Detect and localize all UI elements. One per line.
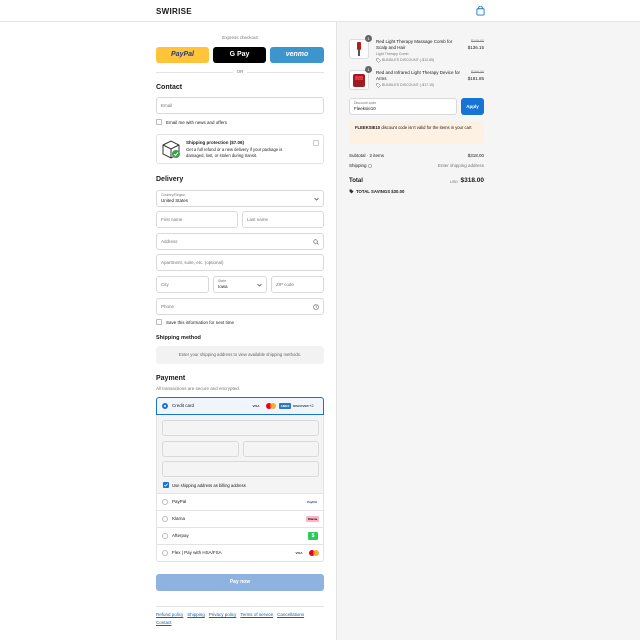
credit-card-label: Credit card [172, 403, 195, 408]
protection-checkbox[interactable] [313, 140, 319, 146]
news-checkbox[interactable] [156, 119, 162, 125]
error-code: FLEEKSIE10 [355, 125, 381, 130]
phone-field[interactable]: Phone [156, 298, 324, 315]
shipping-value: Enter shipping address [437, 163, 484, 168]
chevron-down-icon [314, 197, 319, 201]
paypal-option[interactable]: PayPal PayPal [156, 494, 324, 511]
error-message: discount code isn't valid for the items … [381, 125, 472, 130]
footer-links: Refund policy Shipping Privacy policy Terms… [156, 611, 324, 627]
shipping-method-title: Shipping method [156, 335, 201, 341]
contact-title: Contact [156, 84, 183, 91]
card-name-field[interactable] [162, 461, 319, 477]
zip-field[interactable]: ZIP code [271, 276, 324, 293]
afterpay-option[interactable]: Afterpay $ [156, 528, 324, 545]
subtotal-label: Subtotal · 2 items [349, 153, 385, 158]
payment-title: Payment [156, 375, 186, 382]
terms-link[interactable]: Terms of service [240, 612, 273, 617]
refund-policy-link[interactable]: Refund policy [156, 612, 183, 617]
paypal-express-button[interactable]: PayPal [156, 47, 209, 63]
protection-title: Shipping protection ($7.06) [186, 140, 245, 145]
first-name-field[interactable]: First name [156, 211, 238, 228]
apply-button[interactable]: Apply [461, 98, 484, 115]
shipping-label: Shipping [349, 163, 372, 168]
subtotal-value: $318.00 [467, 153, 484, 158]
chevron-down-icon [257, 283, 262, 287]
search-icon [313, 239, 319, 245]
last-name-field[interactable]: Last name [242, 211, 324, 228]
pay-now-button[interactable]: Pay now [156, 574, 324, 591]
package-shield-icon [162, 140, 180, 159]
klarna-icon: Klarna [306, 516, 319, 522]
news-label: Email me with news and offers [166, 120, 227, 125]
payment-subtitle: All transactions are secure and encrypte… [156, 386, 241, 391]
credit-card-option[interactable]: Credit card VISA AMEX DISCOVER +2 [156, 397, 324, 415]
total-savings: TOTAL SAVINGS $30.00 [349, 189, 404, 194]
express-checkout-title: Express checkout [222, 35, 258, 40]
shipping-link[interactable]: Shipping [187, 612, 205, 617]
site-header: SWIRISE [0, 0, 640, 22]
venmo-express-button[interactable]: venmo [270, 47, 324, 63]
more-cards-label: +2 [309, 403, 314, 408]
visa-icon: VISA [252, 404, 260, 408]
shipping-protection-card[interactable]: Shipping protection ($7.06) Get a full r… [156, 134, 324, 164]
visa-icon: VISA [295, 551, 303, 555]
privacy-policy-link[interactable]: Privacy policy [209, 612, 237, 617]
cancellations-link[interactable]: Cancellations [277, 612, 304, 617]
protection-description: Get a full refund or a new delivery if y… [186, 147, 283, 158]
shipping-method-placeholder: Enter your shipping address to view avai… [156, 346, 324, 364]
product-discount: BUNDLES DISCOUNT (-$12.85) [376, 58, 434, 63]
billing-same-label: Use shipping address as billing address [172, 483, 246, 488]
discover-icon: DISCOVER [293, 404, 309, 408]
card-form: Use shipping address as billing address [156, 415, 324, 494]
mastercard-icon [308, 550, 320, 556]
total-value: $318.00 [460, 177, 485, 184]
discount-error-banner: FLEEKSIE10 discount code isn't valid for… [349, 121, 484, 144]
state-select[interactable]: State Iowa [213, 276, 267, 293]
help-icon[interactable] [367, 163, 372, 168]
original-price: $149.00 [471, 39, 484, 43]
klarna-option[interactable]: Klarna Klarna [156, 511, 324, 528]
afterpay-icon: $ [308, 532, 318, 540]
city-field[interactable]: City [156, 276, 209, 293]
total-label: Total [349, 178, 363, 184]
card-expiry-field[interactable] [162, 441, 239, 457]
mastercard-icon [265, 403, 277, 409]
address-field[interactable]: Address [156, 233, 324, 250]
discounted-price: $181.85 [467, 76, 484, 81]
save-info-label: Save this information for next time [166, 320, 235, 325]
product-discount: BUNDLES DISCOUNT (-$17.15) [376, 83, 434, 88]
discounted-price: $136.15 [467, 45, 484, 50]
email-field[interactable]: Email [156, 97, 324, 114]
shopping-bag-icon[interactable] [476, 6, 485, 16]
currency-label: USD [449, 180, 458, 184]
apartment-field[interactable]: Apartment, suite, etc. (optional) [156, 254, 324, 271]
amex-icon: AMEX [279, 403, 291, 409]
product-image [349, 70, 369, 90]
footer-divider [156, 606, 324, 607]
original-price: $199.00 [471, 70, 484, 74]
quantity-badge: 1 [365, 35, 372, 42]
or-separator: OR [232, 69, 248, 74]
tag-icon [349, 189, 354, 194]
billing-same-checkbox[interactable] [163, 482, 169, 488]
paypal-icon: PayPal [307, 500, 317, 504]
tag-icon [376, 58, 381, 63]
gpay-express-button[interactable]: G Pay [213, 47, 266, 63]
save-info-checkbox[interactable] [156, 319, 162, 325]
checkmark-icon [163, 483, 169, 487]
country-select[interactable]: Country/Region United States [156, 190, 324, 207]
product-image [349, 39, 369, 59]
contact-link[interactable]: Contact [156, 620, 172, 625]
card-cvv-field[interactable] [243, 441, 319, 457]
discount-code-field[interactable]: Discount code Fleeksie10 [349, 98, 457, 115]
card-number-field[interactable] [162, 420, 319, 436]
tag-icon [376, 83, 381, 88]
delivery-title: Delivery [156, 176, 184, 183]
quantity-badge: 1 [365, 66, 372, 73]
product-variant: Light Therapy Comb [376, 52, 409, 56]
brand-logo[interactable]: SWIRISE [156, 7, 192, 16]
flex-hsa-option[interactable]: Flex | Pay with HSA/FSA VISA [156, 545, 324, 562]
help-icon[interactable] [313, 304, 319, 310]
